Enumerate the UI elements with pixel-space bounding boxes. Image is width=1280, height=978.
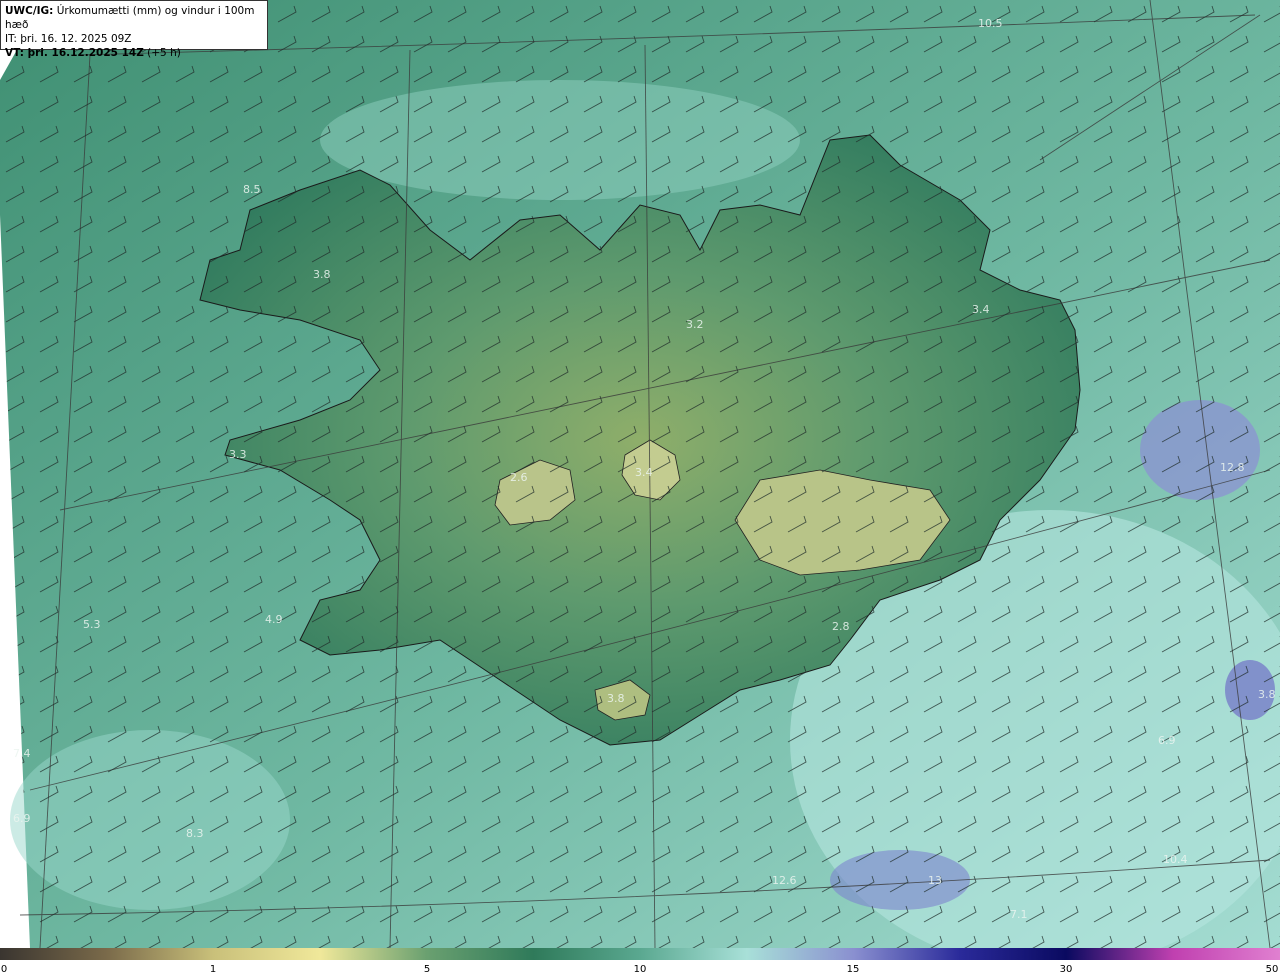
- colorbar-tick: 0: [0, 964, 8, 975]
- map-value-label: 6.9: [1158, 734, 1176, 747]
- map-value-label: 3.8: [607, 692, 625, 705]
- init-time: IT: þri. 16. 12. 2025 09Z: [5, 33, 132, 45]
- map-value-label: 10.5: [978, 17, 1003, 30]
- map-value-label: 5.3: [83, 618, 101, 631]
- map-value-label: 3.4: [972, 303, 990, 316]
- map-value-label: 2.6: [510, 471, 528, 484]
- map-info-box: UWC/IG: Úrkomumætti (mm) og vindur i 100…: [0, 0, 268, 59]
- valid-time: VT: þri. 16.12.2025 14Z: [5, 47, 144, 59]
- map-value-label: 2.8: [832, 620, 850, 633]
- colorbar-tick: 10: [633, 964, 647, 975]
- map-value-label: 3.3: [229, 448, 247, 461]
- map-value-label: 7.1: [1010, 908, 1028, 921]
- map-value-label: 3.8: [1258, 688, 1276, 701]
- map-value-label: 12.8: [1220, 461, 1245, 474]
- colorbar-tick: 50: [1265, 964, 1279, 975]
- product-code: UWC/IG:: [5, 5, 54, 17]
- map-value-label: 3.4: [635, 466, 653, 479]
- map-value-label: 6.9: [13, 812, 31, 825]
- colorbar-tick: 1: [209, 964, 217, 975]
- colorbar-tick: 30: [1059, 964, 1073, 975]
- precipitation-map: 10.5 8.5 3.8 3.2 3.4 3.3 2.6 3.4 12.8 5.3 4.9 2.8 3.…: [0, 0, 1280, 948]
- map-value-label: 4.9: [265, 613, 283, 626]
- colorbar: 0 1 5 10 15 30 50: [0, 948, 1280, 978]
- colorbar-tick: 5: [423, 964, 431, 975]
- map-value-label: 3.2: [686, 318, 704, 331]
- map-value-label: 7.4: [13, 747, 31, 760]
- map-value-label: 13: [928, 874, 942, 887]
- map-value-label: 10.4: [1163, 853, 1188, 866]
- map-value-label: 12.6: [772, 874, 797, 887]
- colorbar-strip: [0, 948, 1280, 960]
- colorbar-tick: 15: [846, 964, 860, 975]
- map-value-label: 8.5: [243, 183, 261, 196]
- map-value-label: 3.8: [313, 268, 331, 281]
- map-value-label: 8.3: [186, 827, 204, 840]
- lead-time: (+5 h): [147, 47, 181, 59]
